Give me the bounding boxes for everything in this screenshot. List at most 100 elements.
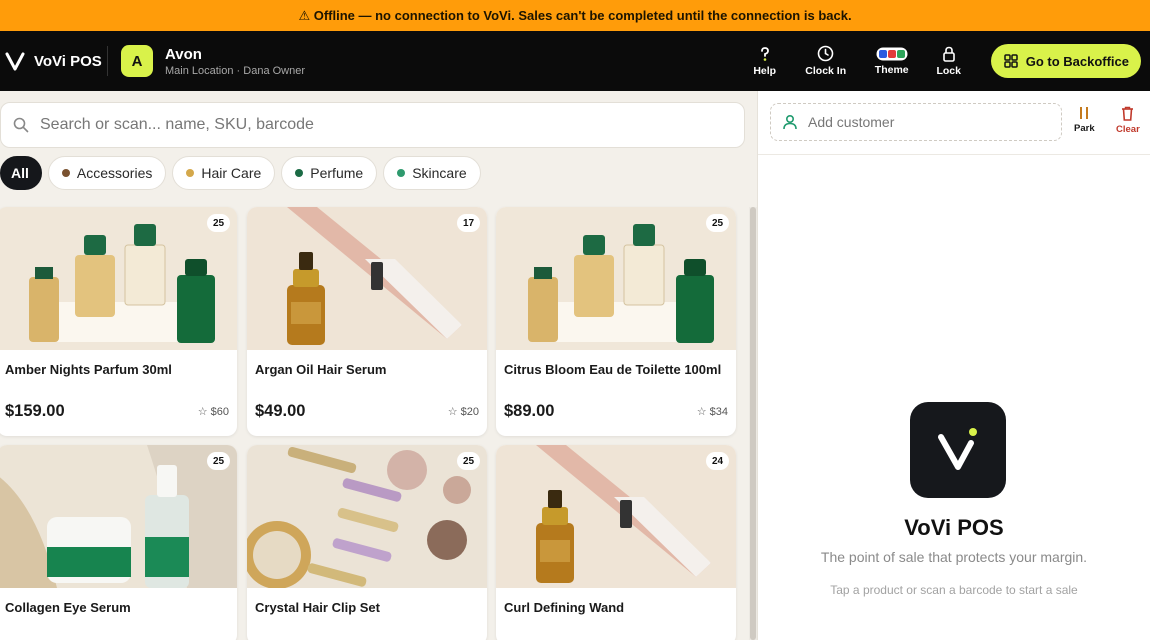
category-dot [295, 169, 304, 177]
lock-icon [942, 46, 955, 62]
vovi-logo-icon [5, 52, 25, 71]
backoffice-label: Go to Backoffice [1025, 53, 1129, 69]
product-margin: ☆ $20 [447, 405, 479, 419]
product-name: Citrus Bloom Eau de Toilette 100ml [504, 362, 722, 377]
product-price: $49.00 [255, 402, 306, 420]
add-customer-button[interactable]: Add customer [770, 103, 1062, 141]
product-image: 25 [0, 207, 237, 350]
product-card[interactable]: 17 Argan Oil Hair Serum $49.00 ☆ $20 [247, 207, 487, 436]
category-chip-all[interactable]: All [0, 156, 42, 190]
product-margin: ☆ $60 [197, 405, 229, 419]
category-filters: All Accessories Hair Care Perfume Skinca… [0, 156, 481, 190]
product-image: 24 [496, 445, 736, 588]
product-card[interactable]: 25 Collagen Eye Serum [0, 445, 237, 640]
product-name: Crystal Hair Clip Set [255, 600, 380, 615]
park-button[interactable]: Park [1074, 106, 1095, 134]
store-avatar: A [121, 45, 153, 77]
search-bar [0, 102, 745, 148]
stock-badge: 25 [706, 214, 729, 232]
category-dot [61, 169, 70, 177]
product-margin: ☆ $34 [696, 405, 728, 419]
help-icon [760, 46, 769, 61]
hair-serum-image [247, 207, 487, 350]
category-label: Perfume [310, 165, 364, 181]
product-card[interactable]: 24 Curl Defining Wand [496, 445, 736, 640]
product-image: 25 [496, 207, 736, 350]
category-chip-hair-care[interactable]: Hair Care [172, 156, 276, 190]
theme-button[interactable]: Theme [857, 31, 927, 91]
search-input[interactable] [40, 116, 720, 134]
category-label: Hair Care [201, 165, 262, 181]
vovi-logo-icon [938, 428, 977, 470]
lock-label: Lock [936, 64, 961, 77]
search-icon [13, 117, 29, 133]
product-price: $159.00 [5, 402, 65, 420]
product-scrollbar[interactable] [749, 207, 757, 640]
star-icon: ☆ [197, 406, 208, 418]
category-chip-perfume[interactable]: Perfume [281, 156, 378, 190]
skincare-image [0, 445, 237, 588]
category-chip-skincare[interactable]: Skincare [383, 156, 481, 190]
clock-icon [817, 45, 834, 62]
user-icon [783, 114, 797, 130]
margin-value: $60 [210, 405, 229, 418]
offline-banner: ⚠ Offline — no connection to VoVi. Sales… [0, 0, 1150, 31]
product-image: 25 [0, 445, 237, 588]
product-card[interactable]: 25 Amber Nights Parfum 30ml $159.00 ☆ $6… [0, 207, 237, 436]
cart-panel: Add customer Park Clear VoVi POS The poi… [757, 91, 1150, 640]
empty-cart-title: VoVi POS [904, 515, 1004, 540]
product-name: Argan Oil Hair Serum [255, 362, 387, 377]
category-label: All [11, 165, 29, 181]
store-name: Avon [165, 45, 202, 63]
pause-icon [1080, 107, 1089, 119]
help-label: Help [753, 64, 777, 77]
theme-icon [876, 47, 908, 60]
category-dot [186, 169, 195, 177]
stock-badge: 17 [457, 214, 480, 232]
park-label: Park [1074, 123, 1095, 134]
store-subtitle: Main Location · Dana Owner [165, 64, 306, 77]
clock-in-label: Clock In [805, 65, 847, 77]
product-image: 25 [247, 445, 487, 588]
category-chip-accessories[interactable]: Accessories [47, 156, 167, 190]
product-name: Amber Nights Parfum 30ml [5, 362, 172, 377]
product-card[interactable]: 25 Crystal Hair Clip Set [247, 445, 487, 640]
divider [107, 46, 108, 76]
star-icon: ☆ [447, 406, 458, 418]
help-button[interactable]: Help [735, 31, 795, 91]
empty-cart-tagline: The point of sale that protects your mar… [820, 549, 1088, 565]
store-switcher[interactable]: A Avon Main Location · Dana Owner [121, 45, 305, 77]
category-dot [397, 169, 406, 177]
add-customer-label: Add customer [808, 114, 895, 130]
perfume-image [496, 207, 736, 350]
trash-icon [1122, 106, 1134, 121]
go-to-backoffice-button[interactable]: Go to Backoffice [990, 44, 1141, 78]
scrollbar-thumb[interactable] [750, 207, 756, 640]
vovi-logo-large [910, 402, 1006, 498]
clear-button[interactable]: Clear [1116, 106, 1140, 135]
dashboard-icon [1003, 54, 1018, 68]
offline-banner-text: ⚠ Offline — no connection to VoVi. Sales… [298, 7, 852, 23]
top-actions: Help Clock In Theme Lock Go to Backoffic… [735, 31, 1150, 91]
star-icon: ☆ [696, 406, 707, 418]
clock-in-button[interactable]: Clock In [795, 31, 857, 91]
product-name: Curl Defining Wand [504, 600, 625, 615]
cart-header: Add customer Park Clear [758, 91, 1150, 155]
stock-badge: 25 [207, 214, 230, 232]
category-label: Skincare [412, 165, 467, 181]
margin-value: $20 [460, 405, 479, 418]
product-grid: 25 Amber Nights Parfum 30ml $159.00 ☆ $6… [0, 207, 745, 640]
stock-badge: 24 [706, 452, 729, 470]
clear-label: Clear [1116, 124, 1140, 135]
brand-name: VoVi POS [34, 52, 102, 70]
hair-clips-image [247, 445, 487, 588]
margin-value: $34 [709, 405, 728, 418]
lock-button[interactable]: Lock [927, 31, 971, 91]
product-price: $89.00 [504, 402, 555, 420]
curl-wand-image [496, 445, 736, 588]
product-card[interactable]: 25 Citrus Bloom Eau de Toilette 100ml $8… [496, 207, 736, 436]
brand: VoVi POS [0, 31, 107, 91]
stock-badge: 25 [207, 452, 230, 470]
product-image: 17 [247, 207, 487, 350]
stock-badge: 25 [457, 452, 480, 470]
